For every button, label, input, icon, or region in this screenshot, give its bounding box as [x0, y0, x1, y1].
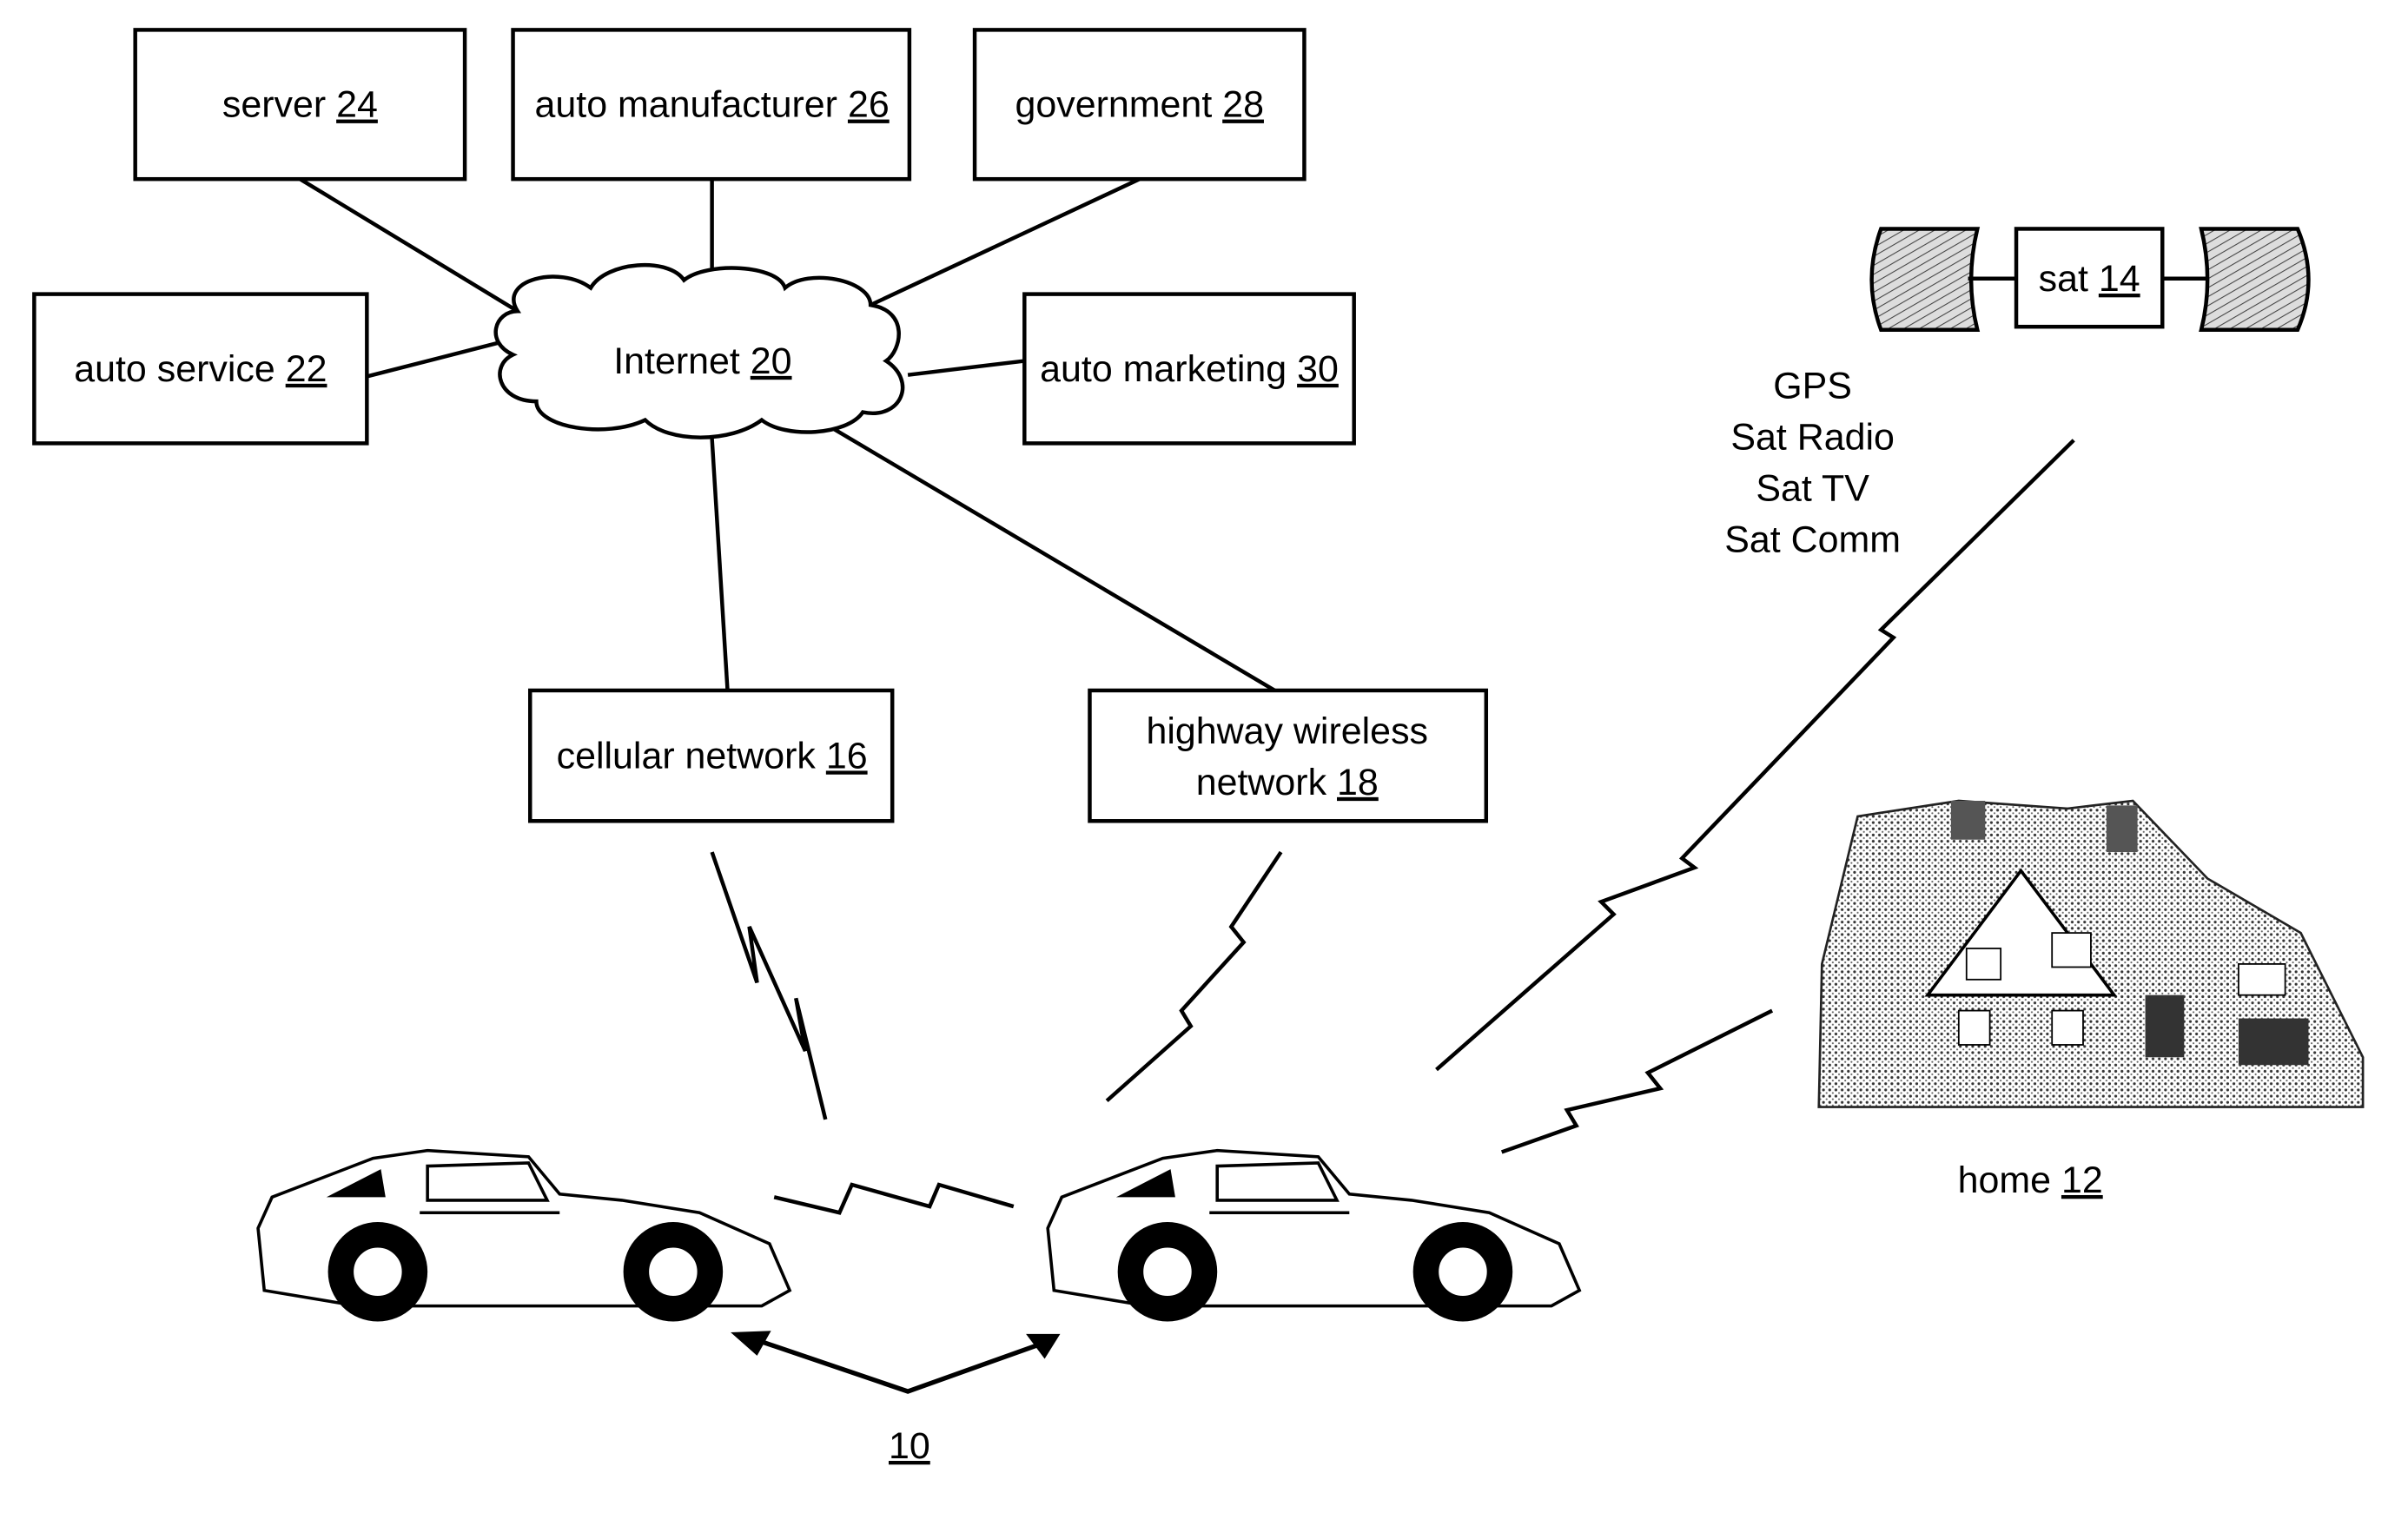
svg-text:auto service 22: auto service 22: [74, 348, 327, 390]
node-government: government 28: [972, 28, 1307, 182]
link-marketing-internet: [907, 359, 1025, 377]
house-icon: [1817, 799, 2365, 1108]
svg-text:cellular network 16: cellular network 16: [557, 735, 868, 776]
link-internet-cellular: [710, 438, 730, 691]
car-icon: [256, 1148, 792, 1322]
node-cellular-network: cellular network 16: [527, 688, 895, 823]
svg-text:10: 10: [889, 1425, 930, 1467]
node-home: home 12: [1817, 799, 2365, 1201]
link-server-internet: [299, 177, 519, 314]
node-internet: Internet 20: [493, 262, 905, 439]
link-government-internet: [870, 177, 1141, 307]
node-highway-wireless: highway wireless network 18: [1088, 688, 1489, 823]
node-auto-marketing: auto marketing 30: [1022, 292, 1356, 446]
lightning-bolt-icon: [710, 851, 828, 1120]
svg-text:Internet 20: Internet 20: [613, 340, 791, 382]
node-server: server 24: [133, 28, 467, 182]
service-gps: GPS: [1773, 366, 1852, 407]
vehicle-left: [256, 1148, 792, 1322]
service-sat-comm: Sat Comm: [1724, 519, 1901, 561]
lightning-bolt-icon: [1105, 850, 1283, 1103]
lightning-bolt-icon: [773, 1182, 1015, 1215]
svg-text:highway wireless: highway wireless: [1146, 710, 1428, 752]
svg-text:network 18: network 18: [1196, 762, 1379, 803]
link-internet-highway: [823, 421, 1276, 692]
service-sat-radio: Sat Radio: [1730, 417, 1895, 459]
service-sat-tv: Sat TV: [1756, 468, 1869, 510]
vehicle-right: [1046, 1148, 1582, 1322]
car-icon: [1046, 1148, 1582, 1322]
pointer-arrows: [751, 1336, 1040, 1394]
network-diagram: server 24 auto manufacturer 26 governmen…: [32, 28, 2365, 1467]
svg-text:home 12: home 12: [1958, 1160, 2103, 1201]
satellite-services-list: GPS Sat Radio Sat TV Sat Comm: [1724, 366, 1901, 561]
node-auto-manufacturer: auto manufacturer 26: [511, 28, 912, 182]
solar-panel-right-icon: [2199, 227, 2311, 333]
svg-text:government 28: government 28: [1015, 84, 1264, 126]
svg-text:server 24: server 24: [222, 84, 378, 126]
node-satellite: sat 14: [1869, 227, 2311, 333]
vehicles-reference: 10: [731, 1331, 1061, 1467]
lightning-bolt-icon: [1500, 1008, 1774, 1154]
svg-text:auto manufacturer 26: auto manufacturer 26: [535, 84, 890, 126]
solar-panel-left-icon: [1869, 227, 1981, 333]
node-auto-service: auto service 22: [32, 292, 369, 446]
link-service-internet: [366, 340, 501, 379]
svg-text:auto marketing 30: auto marketing 30: [1040, 348, 1339, 390]
svg-text:sat 14: sat 14: [2039, 258, 2140, 300]
